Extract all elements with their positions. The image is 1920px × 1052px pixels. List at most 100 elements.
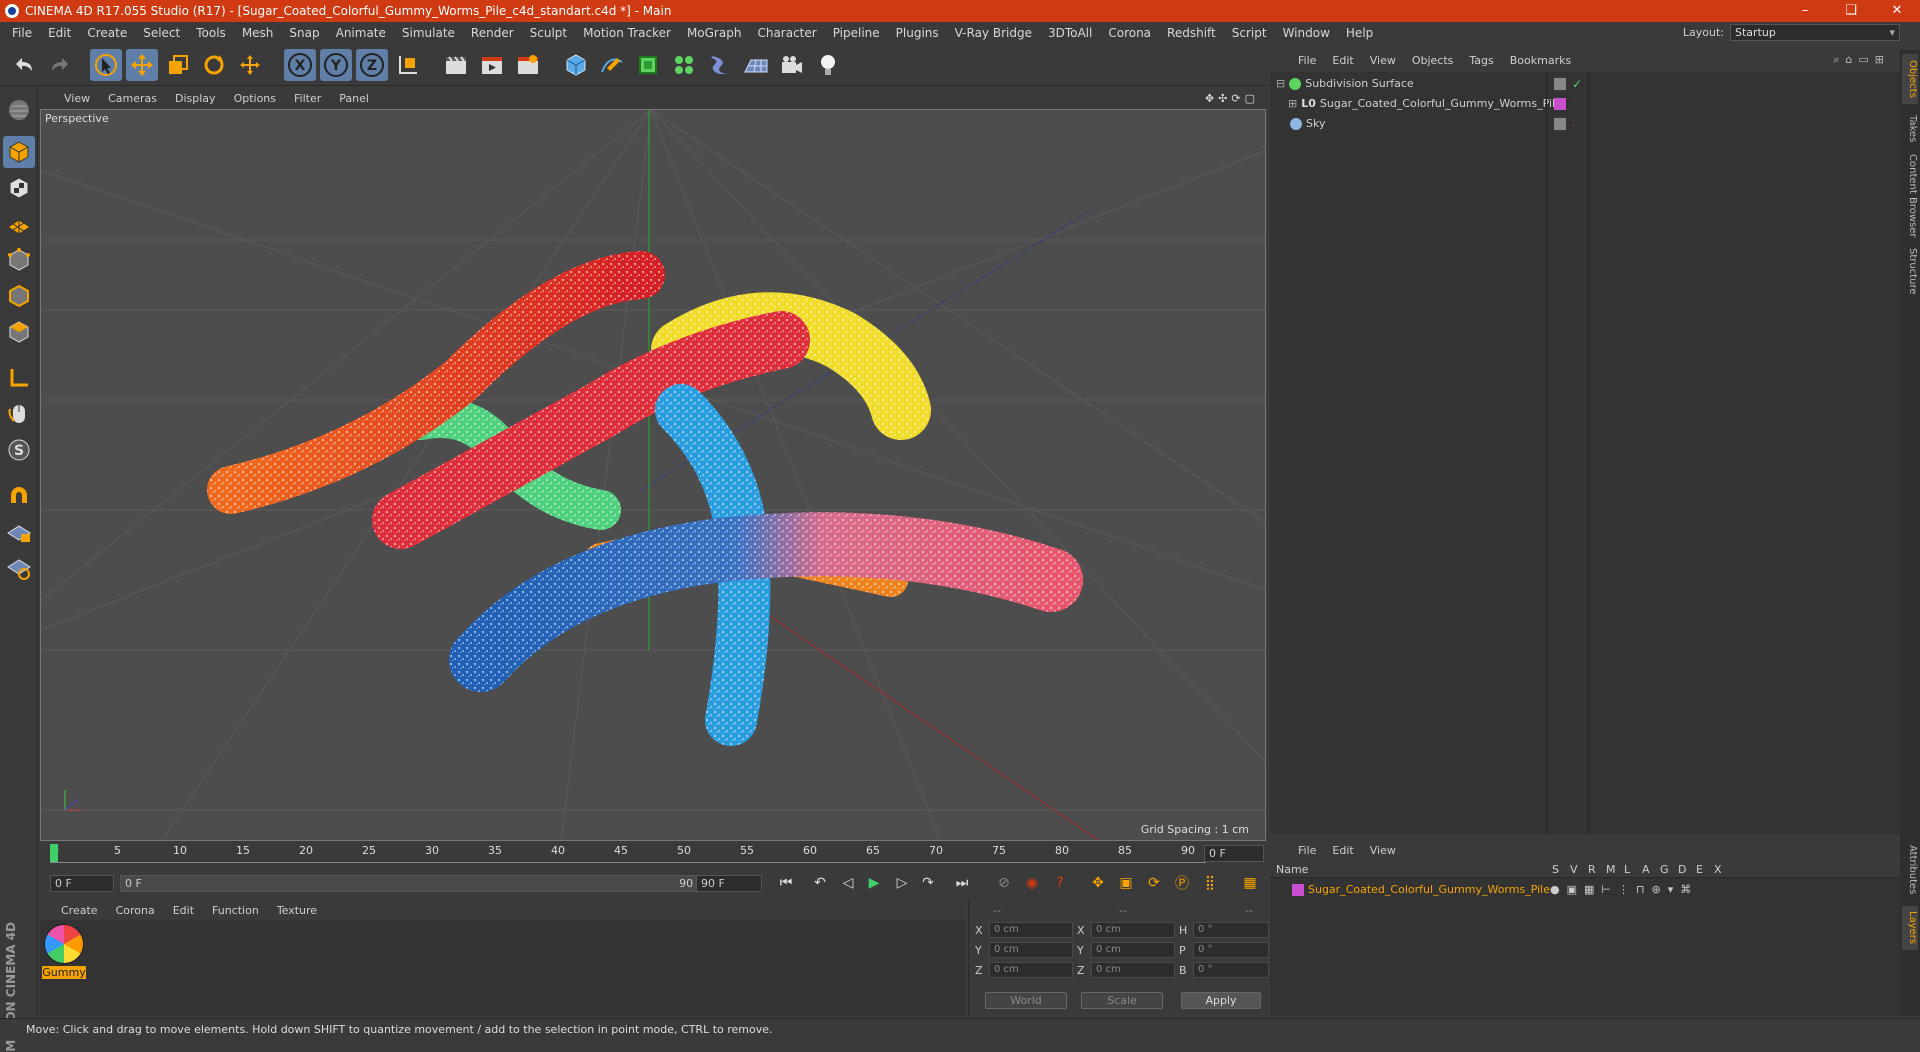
size-y-field[interactable]: 0 cm xyxy=(1091,942,1175,958)
keyframe-selection-button[interactable]: ? xyxy=(1048,871,1072,895)
timeline-ruler[interactable]: 0 5 10 15 20 25 30 35 40 45 50 55 60 65 … xyxy=(40,842,1266,866)
position-x-field[interactable]: 0 cm xyxy=(989,922,1073,938)
planar-workplane-button[interactable] xyxy=(3,552,35,584)
coordinate-space-select[interactable]: World xyxy=(985,992,1067,1009)
visibility-dots-icon[interactable]: ⁚ xyxy=(1572,99,1575,109)
frame-range-slider[interactable]: 0 F 90 F xyxy=(120,875,724,892)
menu-mesh[interactable]: Mesh xyxy=(234,26,282,40)
next-key-button[interactable]: ↷ xyxy=(916,871,940,895)
object-menu-edit[interactable]: Edit xyxy=(1324,54,1361,67)
lock-workplane-button[interactable] xyxy=(3,516,35,548)
menu-motion-tracker[interactable]: Motion Tracker xyxy=(575,26,679,40)
viewport-menu-filter[interactable]: Filter xyxy=(285,92,330,105)
material-menu-edit[interactable]: Edit xyxy=(164,904,203,917)
material-menu-function[interactable]: Function xyxy=(203,904,268,917)
live-selection-tool[interactable] xyxy=(90,49,122,81)
menu-animate[interactable]: Animate xyxy=(328,26,394,40)
y-axis-lock[interactable]: Y xyxy=(320,49,352,81)
menu-mograph[interactable]: MoGraph xyxy=(679,26,750,40)
recent-tool[interactable] xyxy=(234,49,266,81)
3d-viewport[interactable]: Perspective Grid Spacing : 1 cm xyxy=(40,109,1266,841)
add-floor-button[interactable] xyxy=(740,49,772,81)
autokeying-button[interactable]: ◉ xyxy=(1020,871,1044,895)
menu-render[interactable]: Render xyxy=(463,26,522,40)
material-swatch-gummy[interactable]: Gummy xyxy=(42,924,86,980)
object-menu-bookmarks[interactable]: Bookmarks xyxy=(1502,54,1579,67)
tab-takes[interactable]: Takes xyxy=(1902,110,1918,148)
x-axis-lock[interactable]: X xyxy=(284,49,316,81)
layer-toggle-icons[interactable]: ●▣▦⊢⋮⊓⊛▾⌘ xyxy=(1550,883,1698,896)
object-manager-divider[interactable] xyxy=(1546,72,1547,834)
add-light-button[interactable] xyxy=(812,49,844,81)
menu-snap[interactable]: Snap xyxy=(281,26,327,40)
menu-help[interactable]: Help xyxy=(1338,26,1381,40)
texture-mode-button[interactable] xyxy=(3,172,35,204)
menu-redshift[interactable]: Redshift xyxy=(1159,26,1224,40)
size-x-field[interactable]: 0 cm xyxy=(1091,922,1175,938)
current-frame-field[interactable]: 0 F xyxy=(1204,845,1264,862)
object-menu-view[interactable]: View xyxy=(1362,54,1404,67)
viewport-camera-label[interactable]: Perspective xyxy=(45,112,109,125)
menu-file[interactable]: File xyxy=(4,26,40,40)
object-manager-search-home-icons[interactable]: ⌕⌂▭⊞ xyxy=(1833,53,1890,67)
restore-button[interactable]: ❏ xyxy=(1828,0,1874,22)
object-menu-objects[interactable]: Objects xyxy=(1404,54,1462,67)
object-menu-tags[interactable]: Tags xyxy=(1461,54,1501,67)
size-z-field[interactable]: 0 cm xyxy=(1091,962,1175,978)
points-mode-button[interactable] xyxy=(3,244,35,276)
viewport-navigation-icons[interactable]: ✥✣⟳▢ xyxy=(1205,92,1259,105)
enabled-check-icon[interactable]: ✓ xyxy=(1572,77,1582,91)
play-button[interactable]: ▶ xyxy=(862,871,886,895)
render-to-picture-viewer-button[interactable] xyxy=(476,49,508,81)
expand-icon[interactable]: ⊞ xyxy=(1288,97,1297,110)
menu-simulate[interactable]: Simulate xyxy=(394,26,463,40)
edit-render-settings-button[interactable] xyxy=(512,49,544,81)
layer-color-icon[interactable] xyxy=(1292,883,1304,896)
layer-menu-edit[interactable]: Edit xyxy=(1324,844,1361,857)
position-y-field[interactable]: 0 cm xyxy=(989,942,1073,958)
size-mode-select[interactable]: Scale xyxy=(1081,992,1163,1009)
key-scale-button[interactable]: ▣ xyxy=(1114,871,1138,895)
menu-select[interactable]: Select xyxy=(135,26,188,40)
collapse-icon[interactable]: ⊟ xyxy=(1276,77,1285,90)
axis-mode-button[interactable] xyxy=(3,362,35,394)
viewport-menu-view[interactable]: View xyxy=(55,92,99,105)
key-rotation-button[interactable]: ⟳ xyxy=(1142,871,1166,895)
move-tool[interactable] xyxy=(126,49,158,81)
material-menu-corona[interactable]: Corona xyxy=(107,904,164,917)
enable-snap-button[interactable] xyxy=(3,480,35,512)
start-frame-field[interactable]: 0 F xyxy=(50,875,114,892)
apply-button[interactable]: Apply xyxy=(1181,992,1261,1009)
menu-character[interactable]: Character xyxy=(749,26,824,40)
tab-objects[interactable]: Objects xyxy=(1902,54,1918,104)
layer-menu-file[interactable]: File xyxy=(1290,844,1324,857)
add-cube-button[interactable] xyxy=(560,49,592,81)
layer-row[interactable]: Sugar_Coated_Colorful_Gummy_Worms_Pile ●… xyxy=(1270,880,1900,899)
viewport-menu-options[interactable]: Options xyxy=(225,92,285,105)
add-mograph-cloner-button[interactable] xyxy=(668,49,700,81)
menu-vray-bridge[interactable]: V-Ray Bridge xyxy=(947,26,1040,40)
minimize-button[interactable]: – xyxy=(1782,0,1828,22)
model-mode-button[interactable] xyxy=(3,136,35,168)
tweak-mode-button[interactable] xyxy=(3,398,35,430)
viewport-menu-panel[interactable]: Panel xyxy=(330,92,378,105)
layout-select[interactable]: Startup xyxy=(1730,24,1900,41)
end-frame-field[interactable]: 90 F xyxy=(696,875,762,892)
add-subdivision-surface-button[interactable] xyxy=(632,49,664,81)
key-point-level-button[interactable]: ⣿ xyxy=(1198,871,1222,895)
next-frame-button[interactable]: ▷ xyxy=(890,871,914,895)
menu-window[interactable]: Window xyxy=(1275,26,1338,40)
menu-sculpt[interactable]: Sculpt xyxy=(522,26,575,40)
edges-mode-button[interactable] xyxy=(3,280,35,312)
menu-3dtoall[interactable]: 3DToAll xyxy=(1040,26,1100,40)
rotation-h-field[interactable]: 0 ° xyxy=(1193,922,1269,938)
render-view-button[interactable] xyxy=(440,49,472,81)
rotation-p-field[interactable]: 0 ° xyxy=(1193,942,1269,958)
visibility-dots-icon[interactable]: ⁚ xyxy=(1572,119,1575,129)
playhead-marker[interactable] xyxy=(50,844,58,862)
polygons-mode-button[interactable] xyxy=(3,316,35,348)
menu-plugins[interactable]: Plugins xyxy=(888,26,947,40)
key-position-button[interactable]: ✥ xyxy=(1086,871,1110,895)
object-row-sky[interactable]: Sky ⁚ xyxy=(1270,114,1900,133)
viewport-menu-cameras[interactable]: Cameras xyxy=(99,92,166,105)
